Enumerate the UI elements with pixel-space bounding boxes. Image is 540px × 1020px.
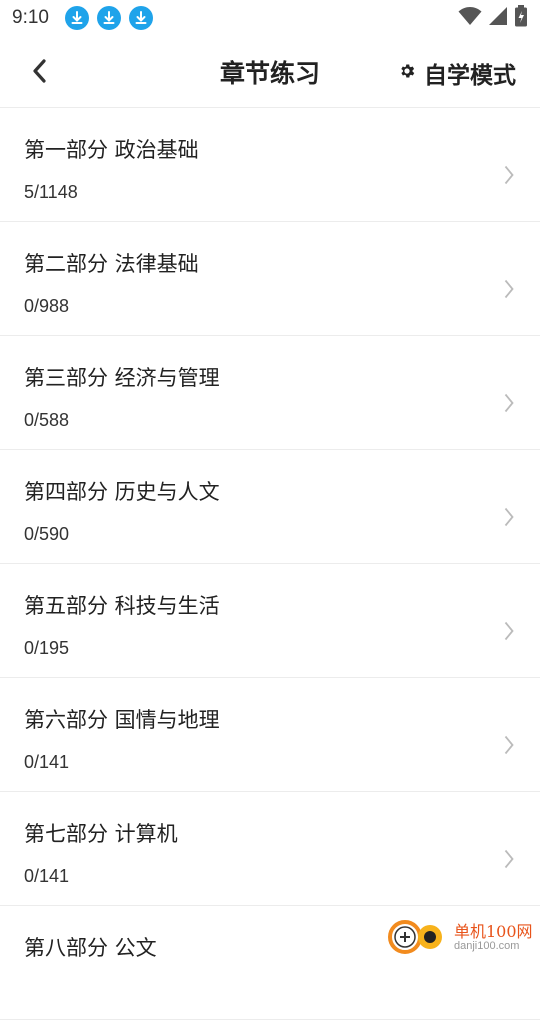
chapter-progress: 0/195 xyxy=(24,638,69,659)
chapter-title: 第三部分 经济与管理 xyxy=(24,362,220,392)
download-icon xyxy=(97,6,121,30)
status-bar: 9:10 xyxy=(0,0,540,36)
chapter-title: 第四部分 历史与人文 xyxy=(24,476,220,506)
chevron-right-icon xyxy=(504,393,514,417)
top-app-bar: 章节练习 自学模式 xyxy=(0,36,540,108)
chapter-row[interactable]: 第七部分 计算机 0/141 xyxy=(0,792,540,906)
chapter-progress: 0/988 xyxy=(24,296,69,317)
chapter-title: 第五部分 科技与生活 xyxy=(24,590,220,620)
chevron-right-icon xyxy=(504,849,514,873)
chapter-progress: 0/141 xyxy=(24,866,69,887)
chapter-progress: 0/588 xyxy=(24,410,69,431)
battery-icon xyxy=(514,5,528,31)
watermark-url: danji100.com xyxy=(454,941,533,953)
wifi-icon xyxy=(458,6,482,30)
download-icon xyxy=(129,6,153,30)
download-icon xyxy=(65,6,89,30)
chapter-row[interactable]: 第四部分 历史与人文 0/590 xyxy=(0,450,540,564)
chapter-progress: 0/590 xyxy=(24,524,69,545)
chapter-row[interactable]: 第五部分 科技与生活 0/195 xyxy=(0,564,540,678)
chapter-progress: 5/1148 xyxy=(24,182,78,203)
chevron-right-icon xyxy=(504,735,514,759)
chapter-title: 第六部分 国情与地理 xyxy=(24,704,220,734)
signal-icon xyxy=(488,6,508,30)
chevron-right-icon xyxy=(504,507,514,531)
chapter-row[interactable]: 第三部分 经济与管理 0/588 xyxy=(0,336,540,450)
chapter-list: 第一部分 政治基础 5/1148 第二部分 法律基础 0/988 第三部分 经济… xyxy=(0,108,540,1020)
chapter-title: 第七部分 计算机 xyxy=(24,818,178,848)
chapter-row[interactable]: 第一部分 政治基础 5/1148 xyxy=(0,108,540,222)
chevron-right-icon xyxy=(504,165,514,189)
watermark-logo-icon xyxy=(388,917,448,959)
self-study-mode-label: 自学模式 xyxy=(424,56,516,90)
chapter-title: 第八部分 公文 xyxy=(24,932,157,962)
chapter-title: 第一部分 政治基础 xyxy=(24,134,199,164)
watermark-name: 单机100网 xyxy=(454,924,533,941)
chapter-row[interactable]: 第六部分 国情与地理 0/141 xyxy=(0,678,540,792)
chapter-progress: 0/141 xyxy=(24,752,69,773)
status-time: 9:10 xyxy=(12,7,49,29)
chevron-right-icon xyxy=(504,279,514,303)
gear-icon xyxy=(398,62,416,84)
self-study-mode-button[interactable]: 自学模式 xyxy=(398,56,516,90)
chevron-right-icon xyxy=(504,621,514,645)
chapter-row[interactable]: 第二部分 法律基础 0/988 xyxy=(0,222,540,336)
chapter-title: 第二部分 法律基础 xyxy=(24,248,199,278)
watermark: 单机100网 danji100.com xyxy=(388,916,540,960)
